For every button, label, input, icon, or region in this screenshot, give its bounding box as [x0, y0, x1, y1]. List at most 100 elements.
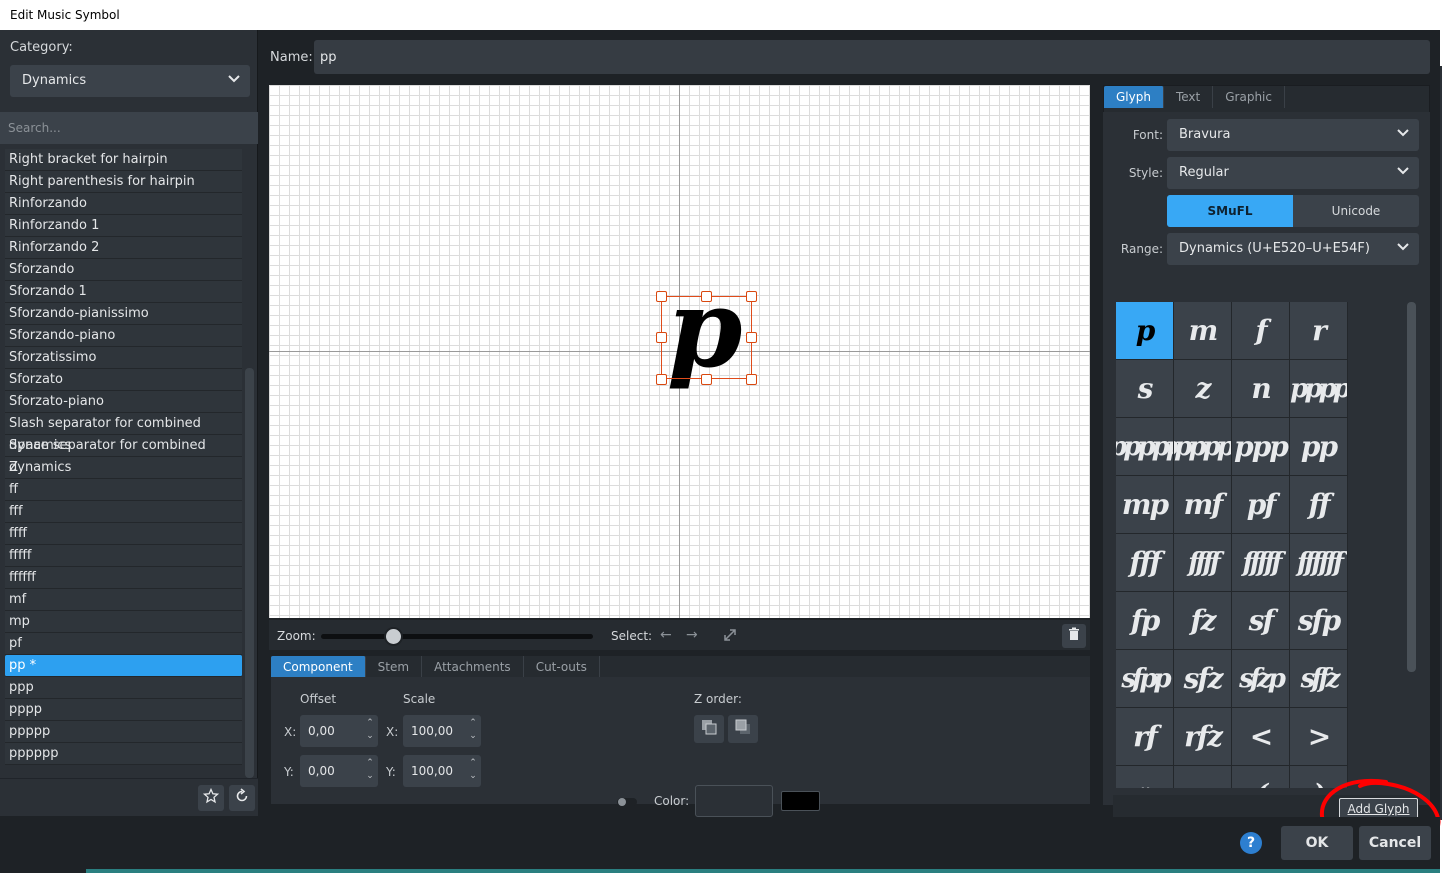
list-item[interactable]: Sforzato-piano: [5, 391, 242, 413]
scale-y-stepper[interactable]: ⌃ ⌄: [467, 757, 479, 785]
color-field[interactable]: [695, 785, 773, 817]
glyph-cell[interactable]: pp: [1290, 418, 1347, 475]
glyph-cell[interactable]: s: [1116, 360, 1173, 417]
list-item[interactable]: Sforzando 1: [5, 281, 242, 303]
glyph-cell[interactable]: fp: [1116, 592, 1173, 649]
tab-glyph[interactable]: Glyph: [1104, 86, 1164, 108]
glyph-cell[interactable]: rfz: [1174, 708, 1231, 765]
font-select[interactable]: Bravura: [1167, 119, 1419, 151]
list-item[interactable]: Rinforzando 1: [5, 215, 242, 237]
list-item[interactable]: ff: [5, 479, 242, 501]
list-item[interactable]: fff: [5, 501, 242, 523]
list-item[interactable]: fffff: [5, 545, 242, 567]
tab-attachments[interactable]: Attachments: [422, 656, 524, 678]
ok-button[interactable]: OK: [1281, 826, 1353, 860]
glyph-cell[interactable]: sfpp: [1116, 650, 1173, 707]
list-item[interactable]: Sforzato: [5, 369, 242, 391]
tab-component[interactable]: Component: [271, 656, 366, 678]
scale-x-field[interactable]: 100,00 ⌃ ⌄: [403, 715, 481, 747]
glyph-cell[interactable]: sf: [1232, 592, 1289, 649]
list-item[interactable]: Sforzando-pianissimo: [5, 303, 242, 325]
color-swatch[interactable]: [781, 791, 820, 811]
glyph-cell[interactable]: mf: [1174, 476, 1231, 533]
glyph-cell[interactable]: ff: [1290, 476, 1347, 533]
glyph-grid-scrollbar[interactable]: [1407, 302, 1416, 672]
favorite-button[interactable]: [198, 785, 224, 811]
range-select[interactable]: Dynamics (U+E520–U+E54F): [1167, 233, 1419, 265]
smufl-option[interactable]: SMuFL: [1167, 195, 1293, 227]
resize-handle[interactable]: [656, 374, 667, 385]
list-item[interactable]: Rinforzando 2: [5, 237, 242, 259]
glyph-cell[interactable]: ffff: [1174, 534, 1231, 591]
glyph-cell[interactable]: sfz: [1174, 650, 1231, 707]
arrow-left-icon[interactable]: ←: [660, 627, 672, 643]
style-select[interactable]: Regular: [1167, 157, 1419, 189]
bring-forward-button[interactable]: [728, 715, 758, 743]
arrow-right-icon[interactable]: →: [686, 627, 698, 643]
glyph-cell[interactable]: <>: [1116, 766, 1173, 788]
glyph-cell[interactable]: (: [1232, 766, 1289, 788]
search-input[interactable]: Search...: [0, 112, 258, 144]
cancel-button[interactable]: Cancel: [1359, 826, 1431, 860]
scale-x-stepper[interactable]: ⌃ ⌄: [467, 717, 479, 745]
list-item[interactable]: Rinforzando: [5, 193, 242, 215]
glyph-cell[interactable]: >: [1290, 708, 1347, 765]
resize-handle[interactable]: [746, 332, 757, 343]
glyph-cell[interactable]: mp: [1116, 476, 1173, 533]
color-toggle[interactable]: [616, 796, 638, 811]
list-item[interactable]: pf: [5, 633, 242, 655]
offset-x-field[interactable]: 0,00 ⌃ ⌄: [300, 715, 378, 747]
category-select[interactable]: Dynamics: [10, 65, 250, 97]
offset-y-field[interactable]: 0,00 ⌃ ⌄: [300, 755, 378, 787]
glyph-cell[interactable]: fff: [1116, 534, 1173, 591]
glyph-cell[interactable]: n: [1232, 360, 1289, 417]
list-item[interactable]: mf: [5, 589, 242, 611]
list-item[interactable]: ppppp: [5, 721, 242, 743]
list-item[interactable]: Sforzando: [5, 259, 242, 281]
tab-graphic[interactable]: Graphic: [1213, 86, 1285, 108]
offset-x-stepper[interactable]: ⌃ ⌄: [364, 717, 376, 745]
glyph-cell[interactable]: sffz: [1290, 650, 1347, 707]
glyph-cell[interactable]: ppppp: [1116, 418, 1173, 475]
zoom-slider-handle[interactable]: [384, 627, 403, 646]
symbol-canvas[interactable]: p: [269, 85, 1090, 618]
help-button[interactable]: ?: [1240, 832, 1262, 854]
list-item[interactable]: ffff: [5, 523, 242, 545]
send-backward-button[interactable]: [694, 715, 724, 743]
tab-text[interactable]: Text: [1164, 86, 1214, 108]
tab-stem[interactable]: Stem: [366, 656, 423, 678]
glyph-cell[interactable]: z: [1174, 360, 1231, 417]
symbol-list-scrollbar[interactable]: [245, 368, 254, 778]
zoom-slider[interactable]: [321, 634, 593, 639]
list-item[interactable]: mp: [5, 611, 242, 633]
glyph-cell[interactable]: ffffff: [1290, 534, 1347, 591]
expand-icon[interactable]: [723, 628, 737, 646]
unicode-option[interactable]: Unicode: [1293, 195, 1419, 227]
glyph-cell[interactable]: pf: [1232, 476, 1289, 533]
list-item[interactable]: Sforzatissimo: [5, 347, 242, 369]
resize-handle[interactable]: [746, 374, 757, 385]
list-item[interactable]: ffffff: [5, 567, 242, 589]
glyph-cell[interactable]: fffff: [1232, 534, 1289, 591]
list-item[interactable]: Right parenthesis for hairpin: [5, 171, 242, 193]
list-item[interactable]: pppp: [5, 699, 242, 721]
glyph-cell[interactable]: rf: [1116, 708, 1173, 765]
list-item[interactable]: pppppp: [5, 743, 242, 765]
resize-handle[interactable]: [656, 291, 667, 302]
glyph-cell[interactable]: ppp: [1232, 418, 1289, 475]
name-input[interactable]: pp: [314, 40, 1430, 74]
glyph-cell[interactable]: fz: [1174, 592, 1231, 649]
list-item[interactable]: Right bracket for hairpin: [5, 149, 242, 171]
glyph-cell[interactable]: sfp: [1290, 592, 1347, 649]
glyph-cell[interactable]: <: [1232, 708, 1289, 765]
list-item[interactable]: Sforzando-piano: [5, 325, 242, 347]
glyph-cell[interactable]: pppp: [1290, 360, 1347, 417]
resize-handle[interactable]: [656, 332, 667, 343]
resize-handle[interactable]: [701, 374, 712, 385]
glyph-cell[interactable]: r: [1290, 302, 1347, 359]
list-item[interactable]: ppp: [5, 677, 242, 699]
glyph-cell[interactable]: m: [1174, 302, 1231, 359]
tab-cut-outs[interactable]: Cut-outs: [524, 656, 600, 678]
glyph-cell[interactable]: sfzp: [1232, 650, 1289, 707]
delete-button[interactable]: [1062, 624, 1086, 648]
